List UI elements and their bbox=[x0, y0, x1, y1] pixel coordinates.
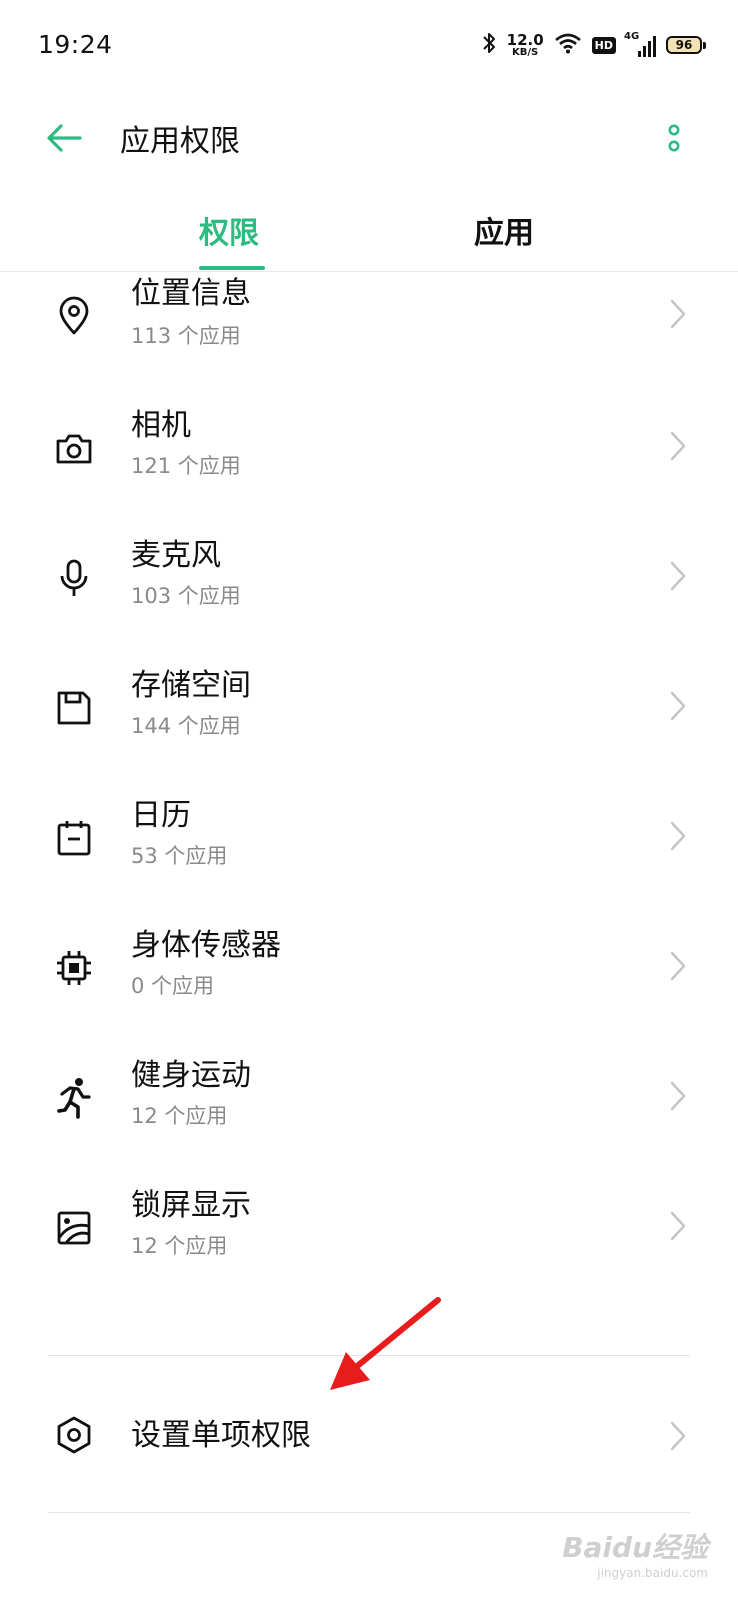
watermark: Baidu经验 jingyan.baidu.com bbox=[562, 1526, 708, 1580]
page-title: 应用权限 bbox=[120, 124, 240, 159]
permission-app-count: 121 个应用 bbox=[131, 454, 241, 478]
fitness-icon bbox=[52, 1076, 96, 1120]
permission-item-body-sensors[interactable]: 身体传感器 0 个应用 bbox=[0, 910, 738, 1040]
status-time: 19:24 bbox=[38, 30, 113, 59]
status-bar: 19:24 12.0 KB/S HD 4G 96 bbox=[0, 0, 738, 90]
more-options-button[interactable] bbox=[654, 114, 694, 162]
permission-name: 麦克风 bbox=[131, 538, 221, 573]
permission-app-count: 53 个应用 bbox=[131, 844, 228, 868]
status-icons: 12.0 KB/S HD 4G 96 bbox=[481, 28, 706, 62]
set-single-permission-label: 设置单项权限 bbox=[131, 1418, 311, 1453]
battery-indicator: 96 bbox=[666, 36, 706, 54]
watermark-url: jingyan.baidu.com bbox=[597, 1566, 708, 1580]
chevron-right-icon bbox=[665, 1076, 691, 1116]
chevron-right-icon bbox=[665, 686, 691, 726]
permission-app-count: 12 个应用 bbox=[131, 1234, 228, 1258]
permission-item-location[interactable]: 位置信息 113 个应用 bbox=[0, 260, 738, 390]
hd-badge: HD bbox=[591, 36, 616, 54]
chevron-right-icon bbox=[665, 556, 691, 596]
permission-name: 日历 bbox=[131, 798, 191, 833]
permission-item-calendar[interactable]: 日历 53 个应用 bbox=[0, 780, 738, 910]
permission-name: 锁屏显示 bbox=[131, 1188, 251, 1223]
wifi-icon bbox=[554, 32, 582, 58]
permission-name: 健身运动 bbox=[131, 1058, 251, 1093]
calendar-icon bbox=[52, 816, 96, 860]
body-sensor-icon bbox=[52, 946, 96, 990]
back-arrow-icon bbox=[47, 124, 82, 152]
permission-item-fitness[interactable]: 健身运动 12 个应用 bbox=[0, 1040, 738, 1170]
app-header: 应用权限 bbox=[0, 90, 738, 190]
chevron-right-icon bbox=[665, 1206, 691, 1246]
battery-level: 96 bbox=[675, 38, 693, 52]
permission-item-lockscreen-display[interactable]: 锁屏显示 12 个应用 bbox=[0, 1170, 738, 1300]
chevron-right-icon bbox=[665, 816, 691, 856]
permission-name: 身体传感器 bbox=[131, 928, 281, 963]
permission-name: 相机 bbox=[131, 408, 191, 443]
microphone-icon bbox=[52, 556, 96, 600]
permission-app-count: 103 个应用 bbox=[131, 584, 241, 608]
permission-app-count: 0 个应用 bbox=[131, 974, 215, 998]
permission-item-storage[interactable]: 存储空间 144 个应用 bbox=[0, 650, 738, 780]
permission-name: 位置信息 bbox=[131, 276, 251, 311]
chevron-right-icon bbox=[665, 294, 691, 334]
chevron-right-icon bbox=[665, 1416, 691, 1456]
network-type-label: 4G bbox=[624, 31, 640, 42]
permission-app-count: 12 个应用 bbox=[131, 1104, 228, 1128]
storage-icon bbox=[52, 686, 96, 730]
bluetooth-icon bbox=[481, 31, 497, 59]
cellular-signal-icon: 4G bbox=[624, 31, 656, 57]
camera-icon bbox=[52, 426, 96, 470]
network-speed: 12.0 KB/S bbox=[506, 30, 544, 58]
more-vertical-icon bbox=[668, 124, 680, 152]
back-button[interactable] bbox=[40, 114, 88, 162]
section-divider bbox=[48, 1512, 690, 1513]
lockscreen-display-icon bbox=[52, 1206, 96, 1250]
permission-item-camera[interactable]: 相机 121 个应用 bbox=[0, 390, 738, 520]
chevron-right-icon bbox=[665, 426, 691, 466]
permission-app-count: 144 个应用 bbox=[131, 714, 241, 738]
watermark-logo: Baidu经验 bbox=[562, 1531, 708, 1564]
location-icon bbox=[52, 294, 96, 338]
hexagon-settings-icon bbox=[52, 1413, 96, 1457]
permission-app-count: 113 个应用 bbox=[131, 324, 241, 348]
chevron-right-icon bbox=[665, 946, 691, 986]
permission-item-microphone[interactable]: 麦克风 103 个应用 bbox=[0, 520, 738, 650]
permission-name: 存储空间 bbox=[131, 668, 251, 703]
annotation-arrow-icon bbox=[330, 1297, 441, 1390]
